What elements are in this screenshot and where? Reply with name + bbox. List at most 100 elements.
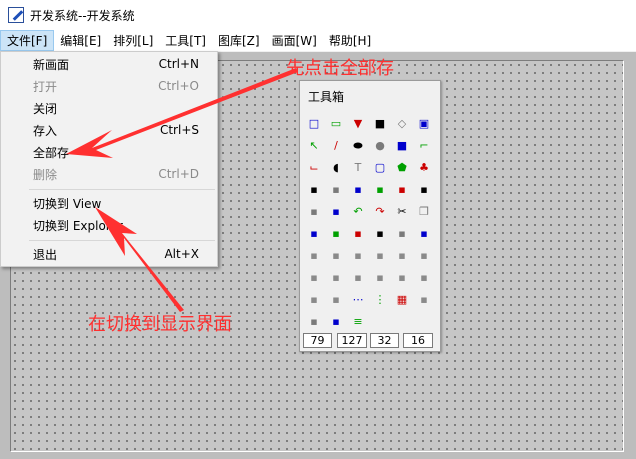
menu-item-label: 存入 bbox=[33, 123, 58, 138]
align-center-icon[interactable]: ▪ bbox=[327, 268, 345, 286]
circle-icon[interactable]: ● bbox=[371, 136, 389, 154]
window-title: 开发系统--开发系统 bbox=[30, 8, 135, 23]
align-right-icon[interactable]: ▪ bbox=[349, 268, 367, 286]
align-left-icon[interactable]: ▪ bbox=[305, 268, 323, 286]
pointer-icon[interactable]: ↖ bbox=[305, 136, 323, 154]
toolbox-field-w[interactable]: 32 bbox=[370, 333, 399, 348]
copy-icon[interactable]: ❐ bbox=[415, 202, 433, 220]
menu-file[interactable]: 文件[F] bbox=[0, 30, 55, 51]
lines-icon[interactable]: ≡ bbox=[349, 312, 367, 330]
new-page-icon[interactable]: □ bbox=[305, 114, 323, 132]
pie-icon[interactable]: ◖ bbox=[327, 158, 345, 176]
paste-icon[interactable]: ▪ bbox=[305, 224, 323, 242]
green-screen-icon[interactable]: ▣ bbox=[415, 114, 433, 132]
menu-item-label: 全部存 bbox=[33, 145, 70, 160]
colors-icon[interactable]: ▪ bbox=[305, 312, 323, 330]
menu-item-open[interactable]: 打开 Ctrl+O bbox=[1, 75, 217, 97]
menu-item-label: 新画面 bbox=[33, 57, 70, 72]
color-block-2-icon[interactable]: ▪ bbox=[327, 246, 345, 264]
menu-item-shortcut: Ctrl+O bbox=[158, 79, 199, 93]
menu-item-label: 切换到 Explorer bbox=[33, 218, 123, 233]
polygon-icon[interactable]: ⬟ bbox=[393, 158, 411, 176]
toolbox-field-h[interactable]: 16 bbox=[403, 333, 433, 348]
app-pencil-icon bbox=[8, 7, 24, 23]
cut-icon[interactable]: ✂ bbox=[393, 202, 411, 220]
layer-icon[interactable]: ▪ bbox=[371, 224, 389, 242]
annotation-switch-view: 在切换到显示界面 bbox=[88, 314, 232, 335]
title-bar: 开发系统--开发系统 bbox=[0, 0, 636, 30]
vdots-icon[interactable]: ⋮ bbox=[371, 290, 389, 308]
toolbox-field-x[interactable]: 79 bbox=[303, 333, 332, 348]
menu-item-label: 删除 bbox=[33, 167, 58, 182]
picture-icon[interactable]: ▪ bbox=[349, 180, 367, 198]
menu-item-save[interactable]: 存入 Ctrl+S bbox=[1, 119, 217, 141]
toolbox-window: 工具箱 □ ▭ ▼ ■ ◇ ▣ ↖ / ⬬ ● ■ ⌐ ⌙ ◖ T ▢ ⬟ ♣ ▪ ▪ ▪ ▪ ▪ ▪ ▪ ▪ ↶ ↷ ✂ ❐ ▪ ▪ ▪ ▪ ▪ ▪… bbox=[299, 80, 441, 352]
menu-screen[interactable]: 画面[W] bbox=[266, 30, 323, 51]
menu-item-save-all[interactable]: 全部存 bbox=[1, 141, 217, 163]
menu-item-shortcut: Alt+X bbox=[164, 247, 199, 261]
menu-bar: 文件[F] 编辑[E] 排列[L] 工具[T] 图库[Z] 画面[W] 帮助[H… bbox=[0, 30, 636, 52]
toolbox-title: 工具箱 bbox=[308, 90, 345, 104]
menu-separator bbox=[29, 240, 215, 241]
line-icon[interactable]: / bbox=[327, 136, 345, 154]
report-icon[interactable]: ▪ bbox=[305, 180, 323, 198]
menu-gallery[interactable]: 图库[Z] bbox=[212, 30, 266, 51]
curve-icon[interactable]: ▪ bbox=[393, 180, 411, 198]
align-icon[interactable]: ▪ bbox=[349, 224, 367, 242]
distribute-icon[interactable]: ▪ bbox=[371, 246, 389, 264]
grid-icon[interactable]: ▦ bbox=[393, 290, 411, 308]
undo-icon[interactable]: ↶ bbox=[349, 202, 367, 220]
menu-edit[interactable]: 编辑[E] bbox=[54, 30, 107, 51]
chart-icon[interactable]: ▪ bbox=[349, 246, 367, 264]
align-top-icon[interactable]: ▪ bbox=[371, 268, 389, 286]
menu-item-label: 退出 bbox=[33, 247, 58, 262]
distribute-2-icon[interactable]: ▪ bbox=[393, 246, 411, 264]
image-frame-icon[interactable]: ▪ bbox=[327, 180, 345, 198]
file-menu-dropdown: 新画面 Ctrl+N 打开 Ctrl+O 关闭 存入 Ctrl+S 全部存 删除… bbox=[0, 51, 218, 267]
redo-icon[interactable]: ↷ bbox=[371, 202, 389, 220]
dbc-icon[interactable]: ▪ bbox=[371, 180, 389, 198]
menu-item-shortcut: Ctrl+S bbox=[159, 123, 199, 137]
menu-item-switch-view[interactable]: 切换到 View bbox=[1, 192, 217, 214]
menu-tools[interactable]: 工具[T] bbox=[159, 30, 212, 51]
group-icon[interactable]: ▪ bbox=[327, 202, 345, 220]
color-block-icon[interactable]: ▪ bbox=[305, 246, 323, 264]
dots-icon[interactable]: ⋯ bbox=[349, 290, 367, 308]
square-icon[interactable]: ■ bbox=[393, 136, 411, 154]
menu-item-close[interactable]: 关闭 bbox=[1, 97, 217, 119]
menu-item-switch-explorer[interactable]: 切换到 Explorer bbox=[1, 214, 217, 236]
menu-item-delete[interactable]: 删除 Ctrl+D bbox=[1, 163, 217, 185]
menu-item-shortcut: Ctrl+D bbox=[158, 167, 199, 181]
palette-icon[interactable]: ▪ bbox=[415, 290, 433, 308]
toolbox-field-y[interactable]: 127 bbox=[337, 333, 367, 348]
menu-item-exit[interactable]: 退出 Alt+X bbox=[1, 243, 217, 265]
barcode-icon[interactable]: ▪ bbox=[327, 312, 345, 330]
menu-item-label: 切换到 View bbox=[33, 196, 102, 211]
pipe-icon[interactable]: ⌙ bbox=[305, 158, 323, 176]
ellipse-fill-icon[interactable]: ⬬ bbox=[349, 136, 367, 154]
save-icon[interactable]: ■ bbox=[371, 114, 389, 132]
shape-icon[interactable]: ▪ bbox=[393, 224, 411, 242]
menu-separator bbox=[29, 189, 215, 190]
corner-line-icon[interactable]: ⌐ bbox=[415, 136, 433, 154]
menu-item-label: 关闭 bbox=[33, 101, 58, 116]
tree-icon[interactable]: ♣ bbox=[415, 158, 433, 176]
align-bottom-icon[interactable]: ▪ bbox=[415, 268, 433, 286]
menu-item-new-screen[interactable]: 新画面 Ctrl+N bbox=[1, 53, 217, 75]
import-icon[interactable]: ▼ bbox=[349, 114, 367, 132]
rounded-rect-icon[interactable]: ▢ bbox=[371, 158, 389, 176]
menu-item-label: 打开 bbox=[33, 79, 58, 94]
distribute-3-icon[interactable]: ▪ bbox=[415, 246, 433, 264]
menu-arrange[interactable]: 排列[L] bbox=[107, 30, 159, 51]
link-icon[interactable]: ▪ bbox=[327, 224, 345, 242]
menu-help[interactable]: 帮助[H] bbox=[323, 30, 377, 51]
percent-icon[interactable]: ▪ bbox=[415, 180, 433, 198]
flip-icon[interactable]: ▪ bbox=[415, 224, 433, 242]
image-placeholder-icon[interactable]: ◇ bbox=[393, 114, 411, 132]
align-middle-icon[interactable]: ▪ bbox=[393, 268, 411, 286]
text-tool-icon[interactable]: T bbox=[349, 158, 367, 176]
arrange-icon[interactable]: ▪ bbox=[305, 290, 323, 308]
valve-icon[interactable]: ▪ bbox=[305, 202, 323, 220]
open-folder-icon[interactable]: ▭ bbox=[327, 114, 345, 132]
arrange-2-icon[interactable]: ▪ bbox=[327, 290, 345, 308]
